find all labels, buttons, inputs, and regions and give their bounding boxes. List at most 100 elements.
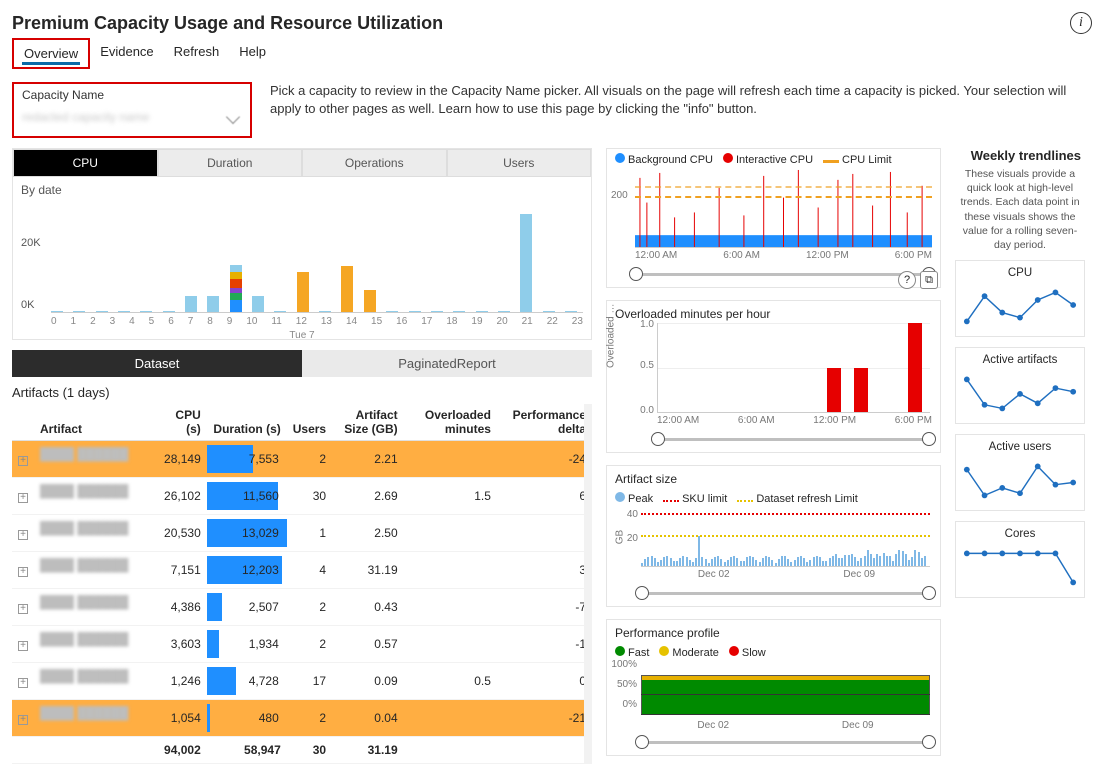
expand-icon[interactable]: + — [18, 641, 28, 651]
cell-users: 2 — [287, 700, 332, 737]
expand-icon[interactable]: + — [18, 715, 28, 725]
metric-tab-cpu[interactable]: CPU — [13, 149, 158, 177]
xtick: 9 — [227, 316, 233, 327]
table-scrollbar[interactable] — [584, 404, 592, 764]
slider-handle-left[interactable] — [651, 432, 665, 446]
xtick: 6:00 AM — [723, 250, 760, 261]
cell-overloaded — [404, 589, 497, 626]
info-icon[interactable]: i — [1070, 12, 1092, 34]
table-row[interactable]: +████ ██████4,3862,50720.43-7 — [12, 589, 592, 626]
table-row[interactable]: +████ ██████1,2464,728170.090.50 — [12, 663, 592, 700]
ytick: 0% — [623, 699, 641, 710]
slider-handle-right[interactable] — [922, 432, 936, 446]
cell-users: 1 — [287, 515, 332, 552]
help-icon[interactable]: ? — [898, 271, 916, 289]
artifacts-title: Artifacts (1 days) — [12, 385, 592, 400]
perf-range-slider[interactable] — [641, 733, 930, 751]
table-row[interactable]: +████ ██████7,15112,203431.193 — [12, 552, 592, 589]
metric-tab-operations[interactable]: Operations — [302, 149, 447, 177]
xtick: 20 — [497, 316, 508, 327]
capacity-picker[interactable]: Capacity Name redacted capacity name — [12, 82, 252, 138]
artifact-name-redacted: ████ ██████ — [40, 558, 150, 582]
xlabel: Tue 7 — [289, 330, 314, 341]
xtick: 23 — [572, 316, 583, 327]
trend-spark-cores[interactable]: Cores — [955, 521, 1085, 598]
expand-icon[interactable]: + — [18, 493, 28, 503]
table-row[interactable]: +████ ██████26,10211,560302.691.56 — [12, 478, 592, 515]
expand-icon[interactable]: + — [18, 456, 28, 466]
time-range-slider[interactable] — [635, 265, 930, 283]
overload-ylabel: Overloaded … — [606, 304, 617, 368]
col-users[interactable]: Users — [287, 404, 332, 441]
artifact-tab-dataset[interactable]: Dataset — [12, 350, 302, 377]
ytick: 0.5 — [640, 360, 658, 371]
cell-size: 0.43 — [332, 589, 404, 626]
col-duration[interactable]: Duration (s) — [207, 404, 287, 441]
cell-users: 2 — [287, 589, 332, 626]
expand-icon[interactable]: + — [18, 678, 28, 688]
cell-perf: -21 — [497, 700, 592, 737]
slider-handle-right[interactable] — [922, 735, 936, 749]
performance-profile-card: Performance profile Fast Moderate Slow 1… — [606, 619, 941, 756]
copy-icon[interactable]: ⧉ — [920, 271, 938, 289]
cell-duration: 1,934 — [207, 626, 287, 663]
cell-cpu: 1,246 — [156, 663, 207, 700]
artifact-size-chart[interactable]: 40 20 — [641, 507, 930, 567]
col-artifact[interactable]: Artifact — [34, 404, 156, 441]
col-cpu[interactable]: CPU (s) — [156, 404, 207, 441]
cell-perf: 0 — [497, 663, 592, 700]
page-title: Premium Capacity Usage and Resource Util… — [12, 13, 443, 34]
tab-help[interactable]: Help — [229, 38, 276, 69]
overloaded-bar-chart[interactable]: 1.0 0.5 0.0 — [657, 323, 930, 413]
expand-icon[interactable]: + — [18, 604, 28, 614]
trend-title: Weekly trendlines — [955, 148, 1085, 167]
col-overloaded[interactable]: Overloaded minutes — [404, 404, 497, 441]
overload-range-slider[interactable] — [657, 430, 930, 448]
cell-cpu: 1,054 — [156, 700, 207, 737]
xtick: 19 — [471, 316, 482, 327]
tab-refresh[interactable]: Refresh — [164, 38, 230, 69]
trend-spark-active-artifacts[interactable]: Active artifacts — [955, 347, 1085, 424]
cpu-bar-chart[interactable]: 20K 0K — [13, 199, 591, 339]
tab-evidence[interactable]: Evidence — [90, 38, 163, 69]
cell-cpu: 28,149 — [156, 441, 207, 478]
artifact-name-redacted: ████ ██████ — [40, 484, 150, 508]
trend-spark-cpu[interactable]: CPU — [955, 260, 1085, 337]
table-row[interactable]: +████ ██████1,05448020.04-21 — [12, 700, 592, 737]
slider-handle-left[interactable] — [635, 586, 649, 600]
xtick: 6:00 AM — [738, 415, 775, 426]
performance-area-chart[interactable]: 100% 50% 0% Dec 02 Dec 09 — [641, 661, 930, 731]
cell-duration: 480 — [207, 700, 287, 737]
col-size[interactable]: Artifact Size (GB) — [332, 404, 404, 441]
cell-size: 2.50 — [332, 515, 404, 552]
xtick: 3 — [110, 316, 116, 327]
slider-handle-right[interactable] — [922, 586, 936, 600]
table-row[interactable]: +████ ██████20,53013,02912.50 — [12, 515, 592, 552]
cell-overloaded — [404, 515, 497, 552]
xtick: 15 — [371, 316, 382, 327]
slider-handle-left[interactable] — [635, 735, 649, 749]
col-perf[interactable]: Performance delta — [497, 404, 592, 441]
size-range-slider[interactable] — [641, 584, 930, 602]
cell-users: 17 — [287, 663, 332, 700]
artifacts-table[interactable]: Artifact CPU (s) Duration (s) Users Arti… — [12, 404, 592, 764]
expand-icon[interactable]: + — [18, 530, 28, 540]
artifact-name-redacted: ████ ██████ — [40, 706, 150, 730]
table-row[interactable]: +████ ██████28,1497,55322.21-24 — [12, 441, 592, 478]
ytick: 50% — [617, 679, 641, 690]
tab-overview[interactable]: Overview — [12, 38, 90, 69]
cell-overloaded — [404, 626, 497, 663]
top-nav: Overview Evidence Refresh Help — [12, 38, 1092, 70]
artifact-name-redacted: ████ ██████ — [40, 632, 150, 656]
expand-icon[interactable]: + — [18, 567, 28, 577]
xtick: 12:00 AM — [657, 415, 699, 426]
table-row[interactable]: +████ ██████3,6031,93420.57-1 — [12, 626, 592, 663]
slider-handle-left[interactable] — [629, 267, 643, 281]
xtick: 2 — [90, 316, 96, 327]
cell-duration: 13,029 — [207, 515, 287, 552]
cpu-timeseries-chart[interactable]: 200 — [635, 168, 932, 248]
metric-tab-duration[interactable]: Duration — [158, 149, 303, 177]
metric-tab-users[interactable]: Users — [447, 149, 592, 177]
trend-spark-active-users[interactable]: Active users — [955, 434, 1085, 511]
artifact-tab-paginated[interactable]: PaginatedReport — [302, 350, 592, 377]
